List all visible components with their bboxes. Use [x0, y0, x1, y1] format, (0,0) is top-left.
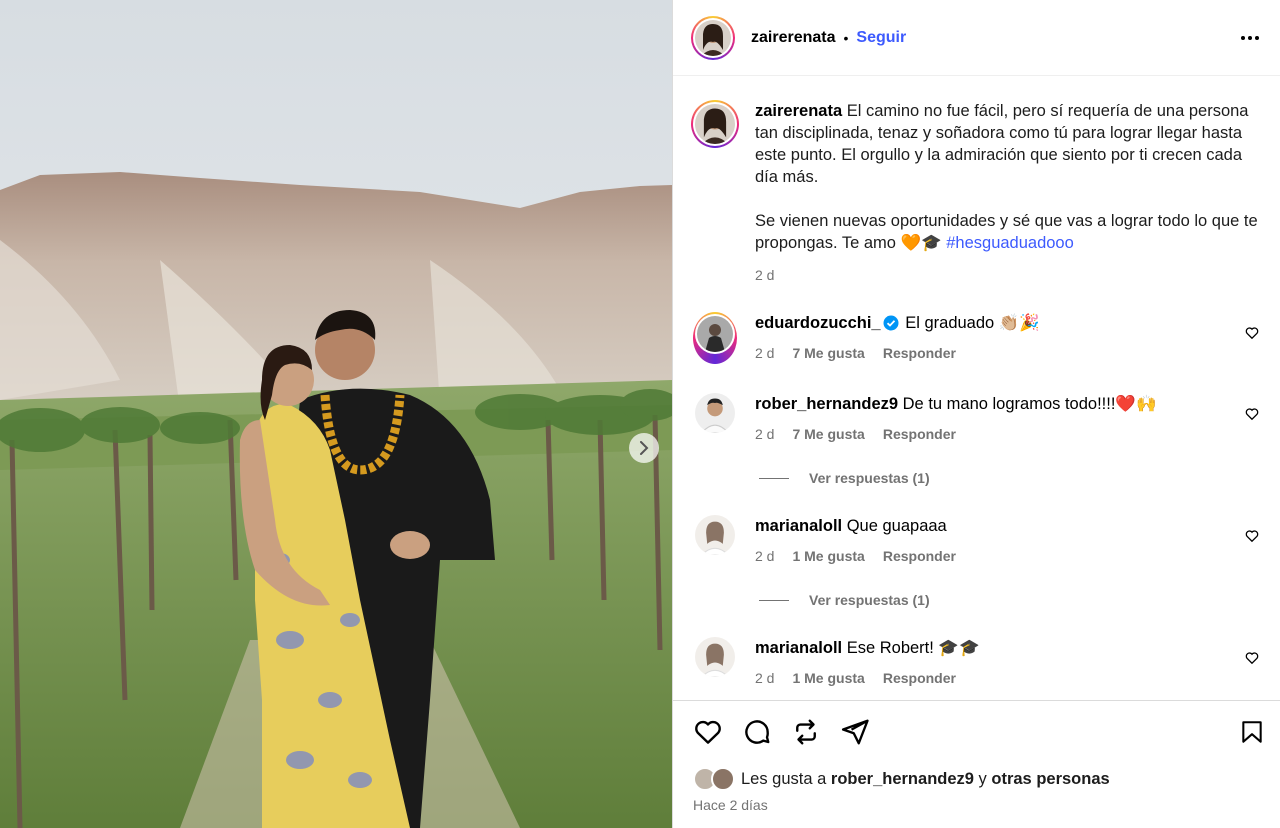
view-replies-button[interactable]: Ver respuestas (1): [759, 470, 930, 486]
comment-time: 2 d: [755, 548, 775, 564]
view-replies-button[interactable]: Ver respuestas (1): [759, 592, 930, 608]
photo-illustration: [0, 0, 672, 828]
reply-button[interactable]: Responder: [883, 670, 956, 686]
separator-dot: •: [843, 29, 849, 46]
action-bar: Les gusta a rober_hernandez9 y otras per…: [673, 700, 1280, 828]
likes-user[interactable]: rober_hernandez9: [831, 770, 974, 789]
comment-username[interactable]: eduardozucchi_: [755, 314, 881, 332]
post-date: Hace 2 días: [693, 797, 768, 813]
reply-button[interactable]: Responder: [883, 548, 956, 564]
caption-avatar[interactable]: [691, 100, 739, 148]
avatar-image: [695, 19, 731, 56]
comment-username[interactable]: marianaloll: [755, 639, 842, 657]
likes-others[interactable]: otras personas: [991, 770, 1109, 789]
send-icon[interactable]: [840, 717, 870, 747]
likes-prefix: Les gusta a: [741, 769, 827, 788]
author-avatar[interactable]: [691, 15, 735, 60]
replies-divider: [759, 599, 789, 601]
post-photo: [0, 0, 672, 828]
liker-avatar: [711, 767, 735, 791]
comment-heart-icon[interactable]: [1245, 326, 1259, 340]
comment-icon[interactable]: [742, 717, 772, 747]
comment-time: 2 d: [755, 426, 775, 442]
repost-icon[interactable]: [791, 717, 821, 747]
follow-button[interactable]: Seguir: [856, 29, 906, 47]
comment-username[interactable]: marianaloll: [755, 517, 842, 535]
comment-heart-icon[interactable]: [1245, 651, 1259, 665]
comment-item: marianaloll Ese Robert! 🎓🎓 2 d 1 Me gusta…: [691, 637, 1271, 689]
more-icon[interactable]: [1240, 28, 1260, 48]
comment-likes[interactable]: 1 Me gusta: [792, 670, 864, 686]
caption-username[interactable]: zairerenata: [755, 102, 842, 120]
comment-username[interactable]: rober_hernandez9: [755, 395, 898, 413]
view-replies-label: Ver respuestas (1): [809, 470, 930, 486]
avatar-image: [695, 104, 735, 144]
comment-item: rober_hernandez9 De tu mano logramos tod…: [691, 393, 1271, 445]
comment-heart-icon[interactable]: [1245, 529, 1259, 543]
caption-hashtag[interactable]: #hesguaduadooo: [946, 234, 1074, 252]
likes-summary: Les gusta a rober_hernandez9 y otras per…: [693, 767, 1110, 791]
next-photo-button[interactable]: [629, 433, 659, 463]
chevron-right-icon: [640, 441, 649, 455]
comment-text: De tu mano logramos todo!!!!❤️🙌: [902, 395, 1157, 413]
view-replies-label: Ver respuestas (1): [809, 592, 930, 608]
likers-avatars: [693, 767, 737, 791]
author-username[interactable]: zairerenata: [751, 29, 836, 47]
reply-button[interactable]: Responder: [883, 426, 956, 442]
comment-likes[interactable]: 7 Me gusta: [792, 345, 864, 361]
comment-text: Ese Robert! 🎓🎓: [846, 639, 980, 657]
likes-middle: y: [978, 769, 987, 788]
comment-item: eduardozucchi_ El graduado 👏🏼🎉 2 d 7 Me g…: [691, 312, 1271, 364]
comment-avatar[interactable]: [695, 637, 735, 677]
post-side-panel: zairerenata • Seguir zairerenata El cami…: [672, 0, 1280, 828]
comment-text: El graduado 👏🏼🎉: [905, 314, 1040, 332]
post-header: zairerenata • Seguir: [673, 0, 1280, 76]
comment-heart-icon[interactable]: [1245, 407, 1259, 421]
comment-text: Que guapaaa: [846, 517, 947, 535]
comment-time: 2 d: [755, 345, 775, 361]
comment-likes[interactable]: 7 Me gusta: [792, 426, 864, 442]
comment-time: 2 d: [755, 670, 775, 686]
caption-time: 2 d: [755, 267, 775, 283]
comment-avatar[interactable]: [695, 393, 735, 433]
bookmark-icon[interactable]: [1239, 717, 1265, 747]
comment-avatar[interactable]: [693, 312, 737, 364]
comment-item: marianaloll Que guapaaa 2 d 1 Me gusta Res…: [691, 515, 1271, 567]
replies-divider: [759, 477, 789, 479]
reply-button[interactable]: Responder: [883, 345, 956, 361]
comment-avatar[interactable]: [695, 515, 735, 555]
verified-badge-icon: [883, 315, 899, 331]
heart-icon[interactable]: [693, 717, 723, 747]
post-caption: zairerenata El camino no fue fácil, pero…: [691, 100, 1271, 286]
comment-likes[interactable]: 1 Me gusta: [792, 548, 864, 564]
avatar-image: [697, 316, 733, 352]
